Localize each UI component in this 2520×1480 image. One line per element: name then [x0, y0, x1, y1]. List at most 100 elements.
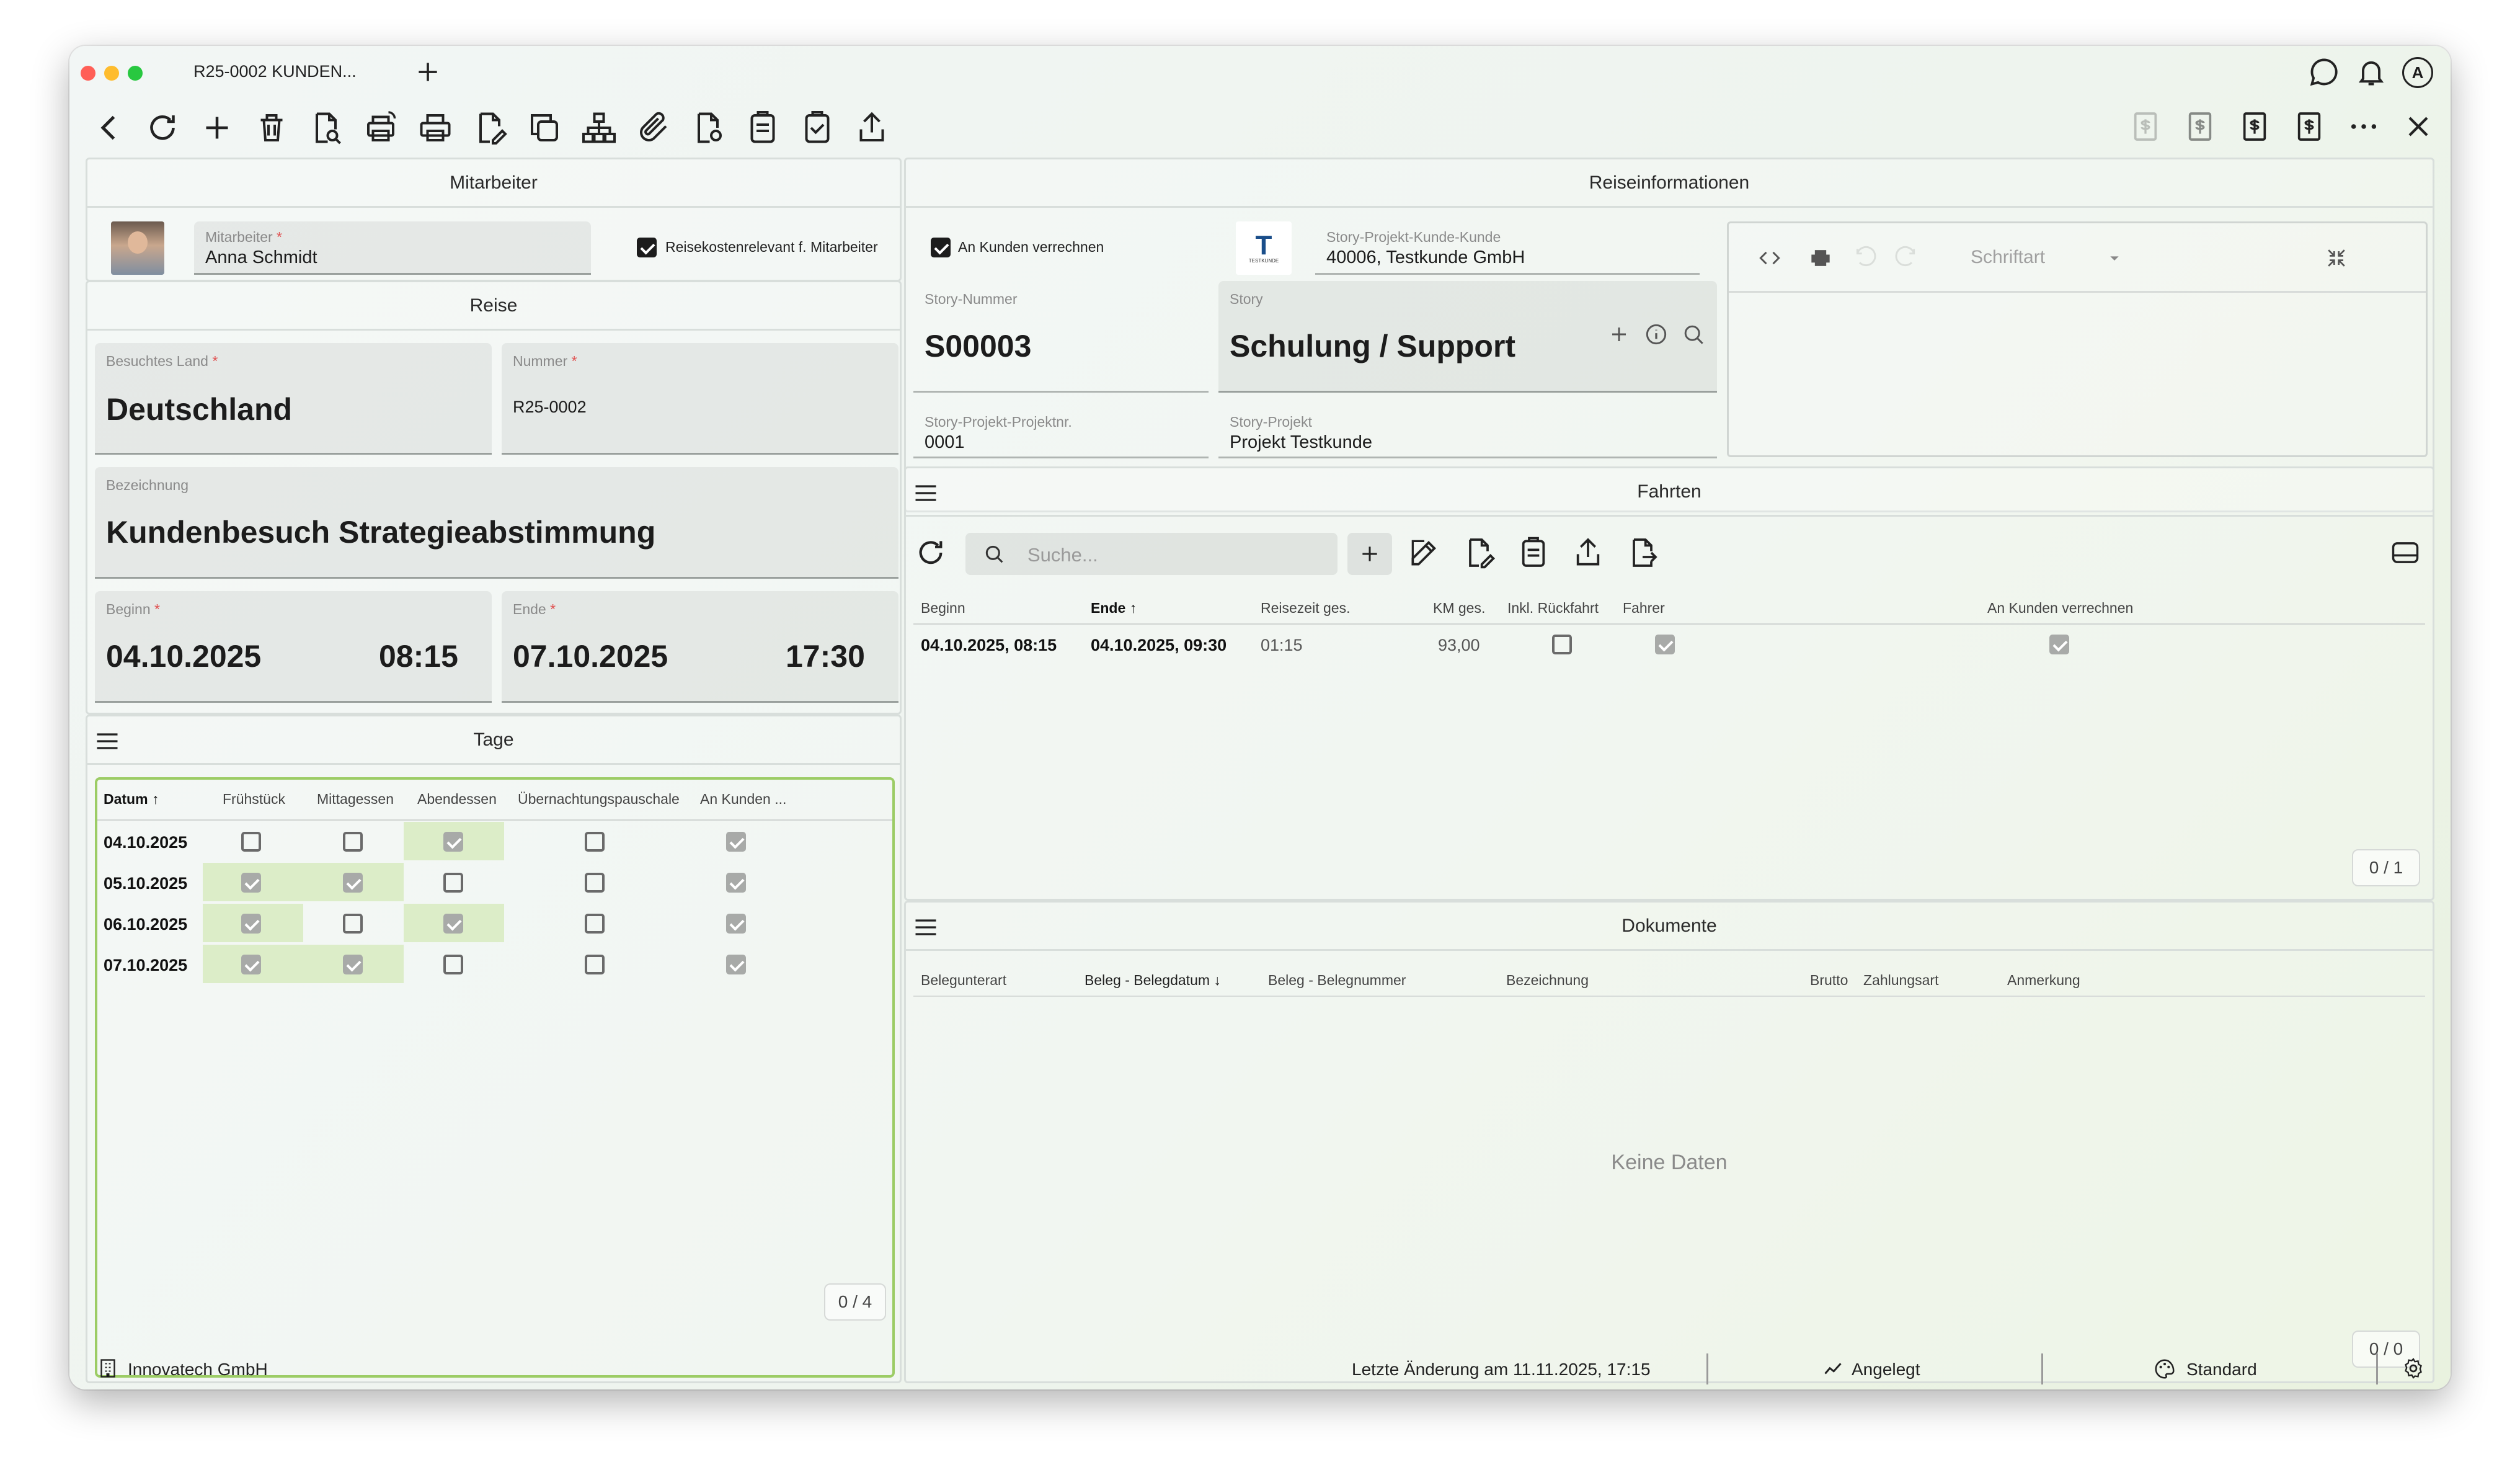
export-icon[interactable] — [1571, 535, 1605, 570]
reisekostenrelevant-checkbox[interactable] — [637, 238, 657, 257]
maximize-window-button[interactable] — [128, 66, 143, 81]
fahrten-search-input[interactable]: Suche... — [965, 533, 1338, 575]
notes-editor[interactable]: Schriftart — [1727, 221, 2428, 457]
nummer-field[interactable]: Nummer * R25-0002 — [502, 343, 898, 455]
header-ende[interactable]: Ende ↑ — [1091, 600, 1137, 617]
abend-checkbox[interactable] — [443, 955, 463, 974]
document-edit-icon[interactable] — [471, 109, 508, 146]
kunden-checkbox[interactable] — [726, 873, 746, 893]
collapse-icon[interactable] — [2323, 244, 2350, 272]
header-belegunterart[interactable]: Belegunterart — [921, 972, 1006, 989]
header-fahrer[interactable]: Fahrer — [1623, 600, 1665, 617]
verrechnen-checkbox[interactable] — [931, 238, 951, 257]
table-row[interactable]: 04.10.2025 — [97, 822, 892, 863]
refresh-icon[interactable] — [144, 109, 181, 146]
mittag-checkbox[interactable] — [343, 955, 363, 974]
document-edit-icon[interactable] — [1462, 535, 1496, 570]
uebernacht-checkbox[interactable] — [585, 955, 605, 974]
document-settings-icon[interactable] — [690, 109, 727, 146]
table-row[interactable]: 06.10.2025 — [97, 904, 892, 945]
projektnr-field[interactable]: Story-Projekt-Projektnr. 0001 — [913, 405, 1209, 458]
land-field[interactable]: Besuchtes Land * Deutschland — [95, 343, 492, 455]
print-share-icon[interactable] — [362, 109, 399, 146]
window-tab[interactable]: R25-0002 KUNDEN... — [193, 62, 357, 81]
kunden-checkbox[interactable] — [726, 955, 746, 974]
status-state[interactable]: Angelegt — [1852, 1360, 1920, 1380]
fahrten-refresh-icon[interactable] — [913, 535, 948, 570]
fruehstueck-checkbox[interactable] — [241, 955, 261, 974]
header-fruehstueck[interactable]: Frühstück — [223, 791, 285, 808]
menu-icon[interactable] — [94, 728, 121, 755]
abend-checkbox[interactable] — [443, 914, 463, 934]
clipboard-icon[interactable] — [1516, 535, 1551, 570]
fruehstueck-checkbox[interactable] — [241, 832, 261, 852]
invoice-icon[interactable] — [2237, 109, 2272, 144]
header-anmerkung[interactable]: Anmerkung — [2007, 972, 2080, 989]
header-rueckfahrt[interactable]: Inkl. Rückfahrt — [1507, 600, 1599, 617]
chat-icon[interactable] — [2308, 56, 2340, 88]
table-row[interactable]: 07.10.2025 — [97, 945, 892, 986]
fruehstueck-checkbox[interactable] — [241, 873, 261, 893]
document-export-icon[interactable] — [1625, 535, 1660, 570]
story-info-icon[interactable] — [1643, 321, 1670, 348]
header-brutto[interactable]: Brutto — [1810, 972, 1848, 989]
table-row[interactable]: 04.10.2025, 08:15 04.10.2025, 09:30 01:1… — [913, 627, 2425, 664]
new-tab-icon[interactable] — [414, 58, 441, 86]
hierarchy-icon[interactable] — [580, 109, 618, 146]
header-datum[interactable]: Datum ↑ — [104, 791, 159, 808]
header-beginn[interactable]: Beginn — [921, 600, 965, 617]
story-add-icon[interactable] — [1605, 321, 1633, 348]
header-bezeichnung[interactable]: Bezeichnung — [1506, 972, 1589, 989]
undo-icon[interactable] — [1853, 244, 1880, 272]
header-abendessen[interactable]: Abendessen — [417, 791, 497, 808]
header-an-kunden[interactable]: An Kunden ... — [700, 791, 786, 808]
mittag-checkbox[interactable] — [343, 914, 363, 934]
projekt-field[interactable]: Story-Projekt Projekt Testkunde — [1218, 405, 1717, 458]
invoice-add-icon[interactable] — [2183, 109, 2217, 144]
document-search-icon[interactable] — [308, 109, 345, 146]
beginn-field[interactable]: Beginn * 04.10.2025 08:15 — [95, 591, 492, 703]
copy-icon[interactable] — [526, 109, 563, 146]
menu-icon[interactable] — [912, 914, 939, 941]
user-avatar[interactable]: A — [2402, 57, 2433, 88]
verrechnen-row-checkbox[interactable] — [2049, 635, 2069, 654]
code-icon[interactable] — [1756, 244, 1783, 272]
uebernacht-checkbox[interactable] — [585, 914, 605, 934]
kunden-checkbox[interactable] — [726, 832, 746, 852]
mittag-checkbox[interactable] — [343, 873, 363, 893]
invoice-disabled-icon[interactable] — [2128, 109, 2163, 144]
close-icon[interactable] — [2401, 109, 2436, 144]
header-mittagessen[interactable]: Mittagessen — [317, 791, 394, 808]
fahrten-add-button[interactable] — [1347, 533, 1392, 575]
editor-print-icon[interactable] — [1807, 244, 1834, 272]
header-km[interactable]: KM ges. — [1433, 600, 1485, 617]
back-icon[interactable] — [91, 109, 128, 146]
rueckfahrt-checkbox[interactable] — [1552, 635, 1572, 654]
print-icon[interactable] — [417, 109, 454, 146]
share-icon[interactable] — [853, 109, 890, 146]
clipboard-check-icon[interactable] — [799, 109, 836, 146]
layout-toggle-icon[interactable] — [2389, 537, 2421, 569]
header-zahlungsart[interactable]: Zahlungsart — [1863, 972, 1938, 989]
mitarbeiter-field[interactable]: Mitarbeiter * Anna Schmidt — [194, 221, 591, 275]
header-verrechnen[interactable]: An Kunden verrechnen — [1987, 600, 2133, 617]
clipboard-icon[interactable] — [744, 109, 781, 146]
story-search-icon[interactable] — [1680, 321, 1707, 348]
mittag-checkbox[interactable] — [343, 832, 363, 852]
header-belegnummer[interactable]: Beleg - Belegnummer — [1268, 972, 1406, 989]
chevron-down-icon[interactable] — [2105, 248, 2124, 268]
story-field[interactable]: Story Schulung / Support — [1218, 281, 1717, 393]
delete-icon[interactable] — [253, 109, 290, 146]
fruehstueck-checkbox[interactable] — [241, 914, 261, 934]
bezeichnung-field[interactable]: Bezeichnung Kundenbesuch Strategieabstim… — [95, 467, 898, 579]
invoice-plus-icon[interactable] — [2292, 109, 2327, 144]
header-belegdatum[interactable]: Beleg - Belegdatum ↓ — [1085, 972, 1221, 989]
table-row[interactable]: 05.10.2025 — [97, 863, 892, 904]
header-uebernachtung[interactable]: Übernachtungspauschale — [518, 791, 680, 808]
header-reisezeit[interactable]: Reisezeit ges. — [1261, 600, 1350, 617]
close-window-button[interactable] — [81, 66, 95, 81]
bell-icon[interactable] — [2355, 56, 2387, 88]
abend-checkbox[interactable] — [443, 832, 463, 852]
menu-icon[interactable] — [912, 479, 939, 507]
edit-icon[interactable] — [1407, 535, 1442, 570]
